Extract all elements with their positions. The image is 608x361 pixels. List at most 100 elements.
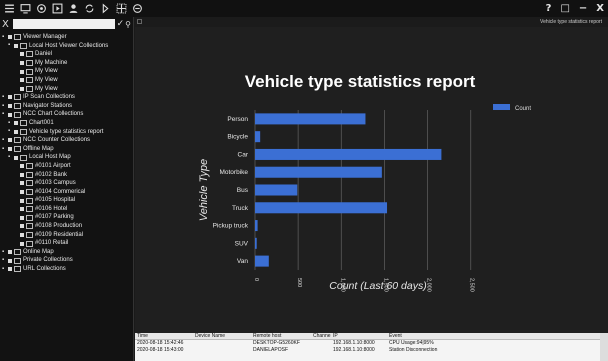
expand-toggle-icon[interactable]: [14, 69, 19, 74]
tree-item[interactable]: ▪ Private Collections: [0, 256, 133, 265]
expand-toggle-icon[interactable]: ▪: [2, 137, 7, 143]
column-header[interactable]: Remote host: [251, 333, 311, 339]
expand-toggle-icon[interactable]: [14, 232, 19, 237]
checkbox-icon[interactable]: [20, 207, 24, 212]
checkbox-icon[interactable]: [20, 224, 24, 229]
tree-item[interactable]: My View: [0, 76, 133, 85]
tree-item[interactable]: ▪ Navigator Stations: [0, 102, 133, 111]
checkbox-icon[interactable]: [14, 121, 18, 126]
tree-item[interactable]: ▪ Chart001: [0, 119, 133, 128]
checkbox-icon[interactable]: [20, 86, 24, 91]
tree-item[interactable]: ▪ NCC Chart Collections: [0, 110, 133, 119]
table-row[interactable]: 2020-08-18 15:43:00 DANIELAPOSF 192.168.1.…: [135, 347, 608, 354]
layout-icon[interactable]: [131, 2, 144, 15]
tree-item[interactable]: #0108 Production: [0, 222, 133, 231]
tree-item[interactable]: My View: [0, 85, 133, 94]
tree-item[interactable]: #0104 Commerical: [0, 188, 133, 197]
check-icon[interactable]: ✓: [117, 19, 125, 29]
expand-toggle-icon[interactable]: [14, 164, 19, 169]
tree-item[interactable]: My Machine: [0, 59, 133, 68]
checkbox-icon[interactable]: [8, 112, 12, 117]
expand-toggle-icon[interactable]: ▪: [2, 249, 7, 255]
checkbox-icon[interactable]: [20, 61, 24, 66]
tree-item[interactable]: #0109 Residential: [0, 231, 133, 240]
tree-item[interactable]: ▪ Local Host Viewer Collections: [0, 42, 133, 51]
bar-pickup-truck[interactable]: [255, 220, 258, 232]
column-header[interactable]: Event: [387, 333, 487, 339]
expand-toggle-icon[interactable]: [14, 52, 19, 57]
checkbox-icon[interactable]: [8, 95, 12, 100]
checkbox-icon[interactable]: [20, 69, 24, 74]
tree-item[interactable]: ▪ IP Scan Collections: [0, 93, 133, 102]
bar-motorbike[interactable]: [255, 166, 382, 178]
event-scrollbar[interactable]: [600, 333, 608, 361]
checkbox-icon[interactable]: [20, 215, 24, 220]
map-add-icon[interactable]: [115, 2, 128, 15]
checkbox-icon[interactable]: [20, 164, 24, 169]
tree-item[interactable]: My View: [0, 67, 133, 76]
minimize-button[interactable]: −: [579, 3, 587, 14]
expand-toggle-icon[interactable]: [14, 172, 19, 177]
tree-item[interactable]: #0101 Airport: [0, 162, 133, 171]
checkbox-icon[interactable]: [20, 181, 24, 186]
checkbox-icon[interactable]: [20, 78, 24, 83]
help-button[interactable]: ?: [546, 3, 552, 14]
tree-item[interactable]: #0106 Hotel: [0, 205, 133, 214]
checkbox-icon[interactable]: [8, 138, 12, 143]
checkbox-icon[interactable]: [8, 35, 12, 40]
expand-toggle-icon[interactable]: [14, 215, 19, 220]
checkbox-icon[interactable]: [14, 155, 18, 160]
expand-toggle-icon[interactable]: ▪: [8, 42, 13, 48]
user-icon[interactable]: [67, 2, 80, 15]
expand-toggle-icon[interactable]: ▪: [2, 34, 7, 40]
checkbox-icon[interactable]: [14, 43, 18, 48]
expand-toggle-icon[interactable]: [14, 189, 19, 194]
expand-toggle-icon[interactable]: [14, 224, 19, 229]
tree-item[interactable]: #0107 Parking: [0, 213, 133, 222]
tree-item[interactable]: Daniel: [0, 50, 133, 59]
checkbox-icon[interactable]: [20, 241, 24, 246]
expand-toggle-icon[interactable]: [14, 241, 19, 246]
expand-toggle-icon[interactable]: ▪: [8, 120, 13, 126]
search-icon[interactable]: ⚲: [125, 20, 131, 29]
expand-toggle-icon[interactable]: ▪: [2, 266, 7, 272]
tree-item[interactable]: ▪ URL Collections: [0, 265, 133, 274]
expand-toggle-icon[interactable]: ▪: [2, 94, 7, 100]
tree-item[interactable]: ▪ Offline Map: [0, 145, 133, 154]
sync-icon[interactable]: [83, 2, 96, 15]
expand-toggle-icon[interactable]: [14, 61, 19, 66]
checkbox-icon[interactable]: [20, 198, 24, 203]
checkbox-icon[interactable]: [20, 172, 24, 177]
expand-toggle-icon[interactable]: ▪: [8, 128, 13, 134]
checkbox-icon[interactable]: [20, 232, 24, 237]
checkbox-icon[interactable]: [14, 129, 18, 134]
table-row[interactable]: 2020-08-18 15:42:46 DESKTOP-G5260KF 192.16…: [135, 340, 608, 347]
tree-item[interactable]: ▪ Vehicle type statistics report: [0, 128, 133, 137]
camera-icon[interactable]: [35, 2, 48, 15]
checkbox-icon[interactable]: [8, 250, 12, 255]
bar-suv[interactable]: [255, 237, 257, 249]
expand-toggle-icon[interactable]: ▪: [2, 103, 7, 109]
expand-toggle-icon[interactable]: [14, 86, 19, 91]
tree-item[interactable]: ▪ Online Map: [0, 248, 133, 257]
close-button[interactable]: X: [596, 3, 604, 14]
bar-car[interactable]: [255, 148, 442, 160]
panel-grip-icon[interactable]: [137, 19, 142, 24]
checkbox-icon[interactable]: [8, 104, 12, 109]
column-header[interactable]: IP: [331, 333, 387, 339]
menu-icon[interactable]: [3, 2, 16, 15]
playback-icon[interactable]: [51, 2, 64, 15]
expand-toggle-icon[interactable]: [14, 181, 19, 186]
maximize-button[interactable]: □: [560, 3, 569, 14]
column-header[interactable]: Channe...: [311, 333, 331, 339]
expand-toggle-icon[interactable]: [14, 207, 19, 212]
bar-person[interactable]: [255, 113, 366, 125]
tree-item[interactable]: #0110 Retail: [0, 239, 133, 248]
column-header[interactable]: Time: [135, 333, 193, 339]
tree-item[interactable]: #0102 Bank: [0, 171, 133, 180]
expand-toggle-icon[interactable]: ▪: [2, 257, 7, 263]
expand-toggle-icon[interactable]: ▪: [8, 154, 13, 160]
tree-item[interactable]: #0103 Campus: [0, 179, 133, 188]
search-input[interactable]: [12, 19, 115, 29]
arrow-icon[interactable]: [99, 2, 112, 15]
